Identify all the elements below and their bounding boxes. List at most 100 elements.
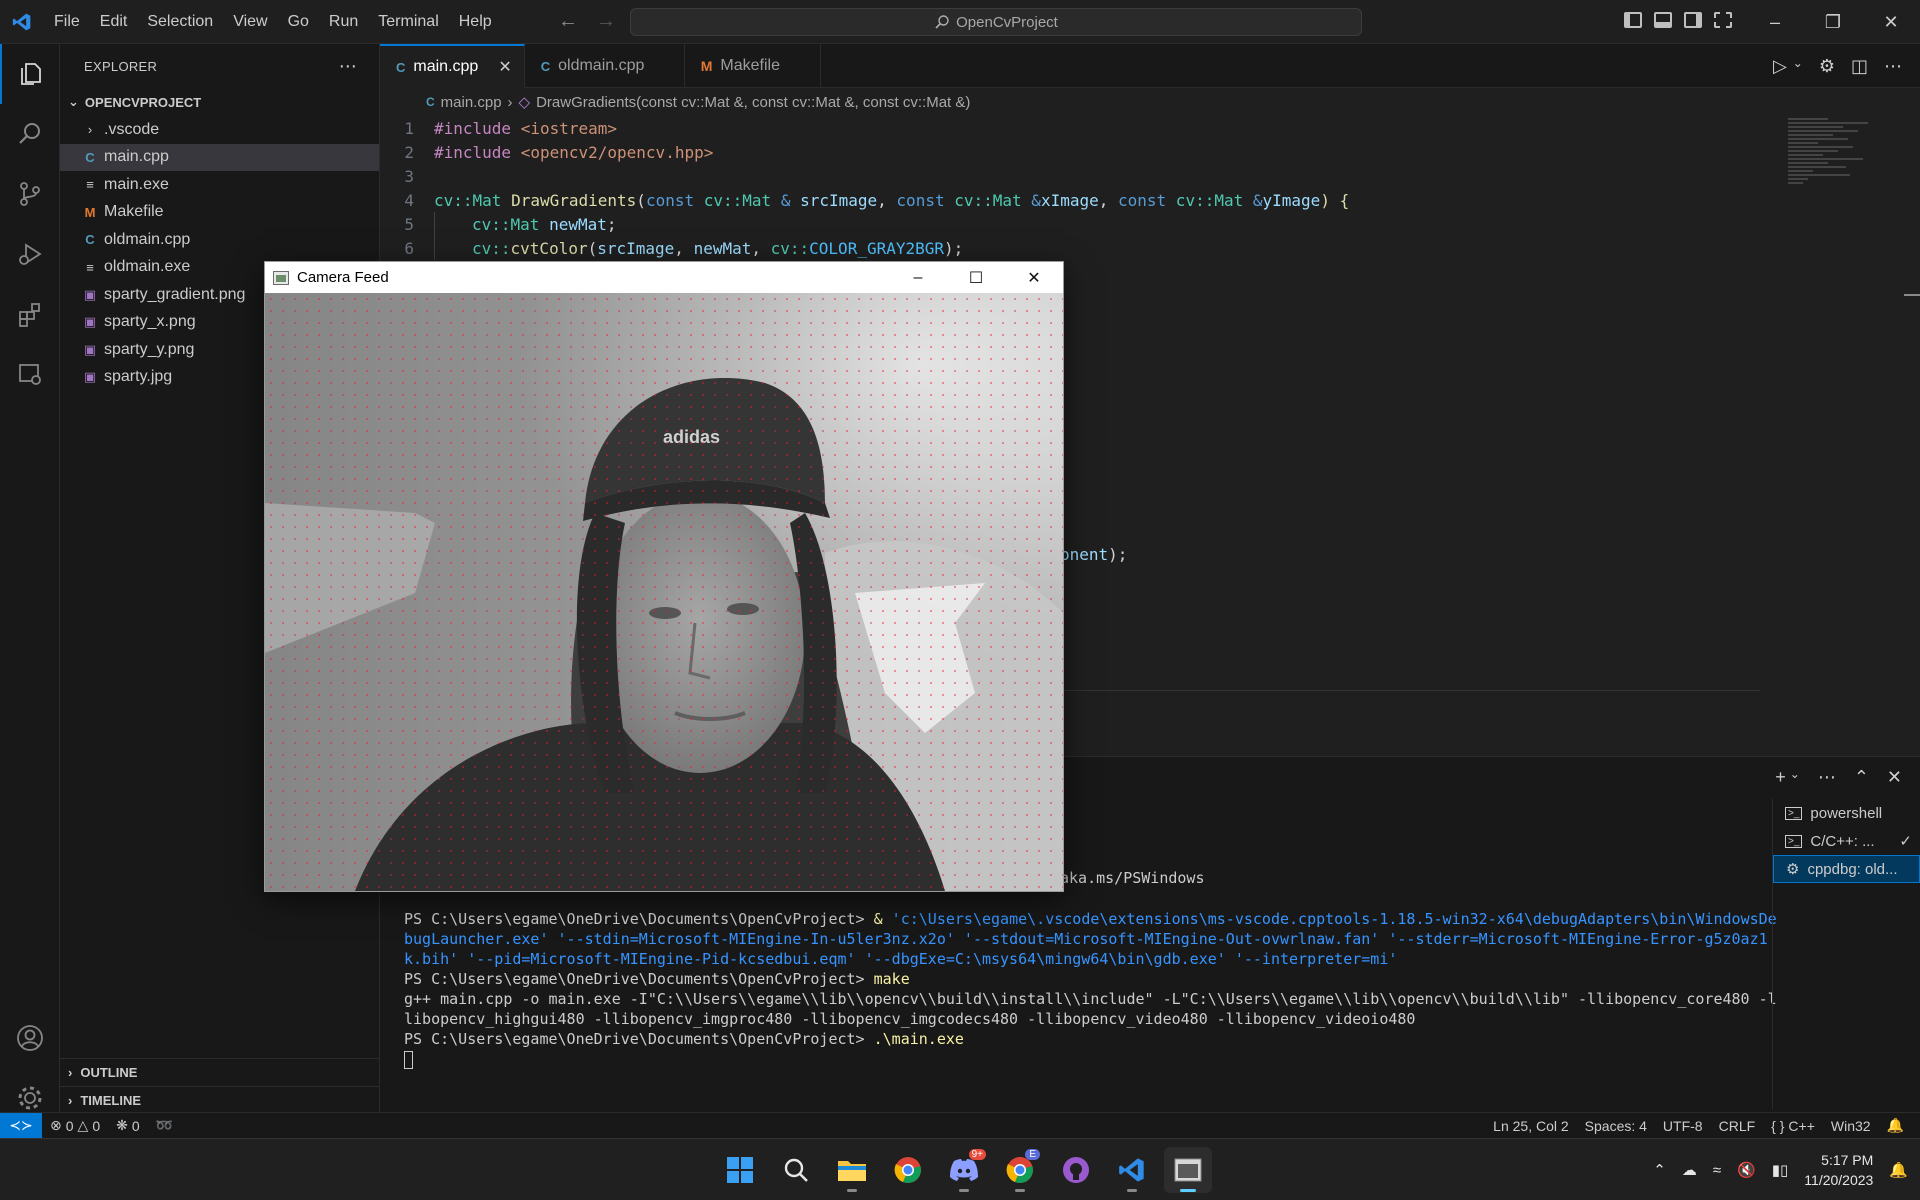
- back-arrow-icon[interactable]: ←: [558, 10, 578, 33]
- camera-feed-image: adidas: [265, 293, 1063, 891]
- scrollbar-thumb[interactable]: [1904, 294, 1920, 296]
- menu-run[interactable]: Run: [319, 13, 368, 31]
- account-icon[interactable]: [0, 1008, 60, 1068]
- tree-item-label: main.cpp: [104, 148, 169, 166]
- customize-layout-icon[interactable]: [1714, 12, 1732, 28]
- vscode-taskbar-icon[interactable]: [1108, 1147, 1156, 1193]
- breadcrumb-file[interactable]: main.cpp: [441, 94, 502, 111]
- clock[interactable]: 5:17 PM 11/20/2023: [1804, 1150, 1873, 1190]
- notifications-bell-icon[interactable]: 🔔: [1879, 1117, 1912, 1134]
- search-icon[interactable]: [772, 1147, 820, 1193]
- close-icon[interactable]: ✕: [498, 57, 511, 77]
- forward-arrow-icon[interactable]: →: [596, 10, 616, 33]
- volume-muted-icon[interactable]: 🔇: [1737, 1161, 1756, 1179]
- breadcrumb-symbol[interactable]: DrawGradients(const cv::Mat &, const cv:…: [536, 94, 970, 111]
- chevron-down-icon[interactable]: ⌄: [1790, 767, 1800, 788]
- code-line: 1 #include <iostream>: [380, 116, 1780, 140]
- chevron-down-icon[interactable]: ⌄: [1793, 56, 1803, 77]
- camera-app-taskbar-icon[interactable]: [1164, 1147, 1212, 1193]
- problems-indicator[interactable]: ⊗ 0 △ 0: [42, 1117, 108, 1134]
- file-explorer-icon[interactable]: [828, 1147, 876, 1193]
- cursor-position[interactable]: Ln 25, Col 2: [1485, 1117, 1577, 1134]
- code-token: const: [896, 190, 945, 210]
- extensions-icon[interactable]: [0, 284, 60, 344]
- timeline-section[interactable]: › TIMELINE: [60, 1086, 380, 1114]
- explorer-title: EXPLORER: [84, 58, 158, 74]
- chrome-profile-icon[interactable]: E: [996, 1147, 1044, 1193]
- split-editor-icon[interactable]: ◫: [1851, 56, 1868, 77]
- wifi-icon[interactable]: ≈: [1713, 1162, 1721, 1179]
- tree-item-makefile[interactable]: M Makefile: [60, 199, 379, 227]
- menu-go[interactable]: Go: [278, 13, 319, 31]
- run-icon[interactable]: ▷: [1773, 56, 1787, 77]
- indentation[interactable]: Spaces: 4: [1577, 1117, 1655, 1134]
- menu-terminal[interactable]: Terminal: [368, 13, 448, 31]
- source-control-icon[interactable]: [0, 164, 60, 224]
- minimize-icon[interactable]: –: [1746, 0, 1804, 44]
- terminal-instance-cppdbg[interactable]: ⚙ cppdbg: old...: [1773, 855, 1920, 883]
- new-terminal-icon[interactable]: +: [1775, 767, 1786, 788]
- close-icon[interactable]: ✕: [1005, 262, 1063, 293]
- explorer-icon[interactable]: [0, 44, 60, 104]
- toggle-panel-icon[interactable]: [1654, 12, 1672, 28]
- menu-view[interactable]: View: [223, 13, 277, 31]
- battery-icon[interactable]: ▮▯: [1772, 1161, 1789, 1179]
- platform[interactable]: Win32: [1823, 1117, 1879, 1134]
- maximize-panel-icon[interactable]: ⌃: [1854, 767, 1869, 788]
- discord-icon[interactable]: 9+: [940, 1147, 988, 1193]
- menu-file[interactable]: File: [44, 13, 90, 31]
- menu-edit[interactable]: Edit: [90, 13, 138, 31]
- tab-main-cpp[interactable]: C main.cpp ✕: [380, 44, 525, 88]
- braces-icon: { }: [1771, 1117, 1785, 1134]
- tab-oldmain-cpp[interactable]: C oldmain.cpp: [525, 44, 685, 88]
- text-file-icon: ≡: [86, 259, 94, 275]
- remote-explorer-icon[interactable]: [0, 344, 60, 404]
- onedrive-icon[interactable]: ☁: [1682, 1161, 1697, 1179]
- more-actions-icon[interactable]: ⋯: [1818, 767, 1836, 788]
- terminal-instance-build[interactable]: >_ C/C++: ... ✓: [1773, 827, 1920, 855]
- camera-feed-window[interactable]: Camera Feed – ☐ ✕: [264, 261, 1064, 892]
- github-desktop-icon[interactable]: [1052, 1147, 1100, 1193]
- menu-selection[interactable]: Selection: [137, 13, 223, 31]
- tree-item-label: Makefile: [104, 203, 164, 221]
- notifications-bell-icon[interactable]: 🔔: [1889, 1161, 1908, 1179]
- search-icon[interactable]: [0, 104, 60, 164]
- encoding[interactable]: UTF-8: [1655, 1117, 1711, 1134]
- chevron-up-icon[interactable]: ⌃: [1653, 1161, 1666, 1179]
- tree-item-main-cpp[interactable]: C main.cpp: [60, 143, 379, 171]
- warning-count: 0: [92, 1117, 101, 1134]
- toggle-sidebar-icon[interactable]: [1624, 12, 1642, 28]
- windows-start-icon[interactable]: [716, 1147, 764, 1193]
- camera-window-titlebar[interactable]: Camera Feed – ☐ ✕: [265, 262, 1063, 293]
- tree-item-main-exe[interactable]: ≡ main.exe: [60, 171, 379, 199]
- minimize-icon[interactable]: –: [889, 262, 947, 293]
- more-actions-icon[interactable]: ⋯: [339, 56, 357, 77]
- run-debug-icon[interactable]: [0, 224, 60, 284]
- settings-gear-icon[interactable]: ⚙: [1819, 56, 1835, 77]
- terminal-output[interactable]: PS C:\Users\egame\OneDrive\Documents\Ope…: [404, 909, 1784, 1069]
- search-icon: [935, 15, 949, 29]
- tab-makefile[interactable]: M Makefile: [685, 44, 821, 88]
- close-icon[interactable]: ✕: [1862, 0, 1920, 44]
- outline-section[interactable]: › OUTLINE: [60, 1058, 380, 1086]
- line-ending[interactable]: CRLF: [1711, 1117, 1764, 1134]
- tree-item-vscode[interactable]: › .vscode: [60, 116, 379, 144]
- ports-count: 0: [131, 1117, 140, 1134]
- ports-indicator[interactable]: ❋ 0: [108, 1117, 148, 1134]
- command-center-search[interactable]: OpenCvProject: [630, 8, 1362, 36]
- terminal-instance-powershell[interactable]: >_ powershell: [1773, 799, 1920, 827]
- error-icon: ⊗: [50, 1117, 62, 1133]
- project-folder[interactable]: ⌄ OPENCVPROJECT: [60, 88, 379, 116]
- minimap[interactable]: [1788, 116, 1888, 236]
- chrome-icon[interactable]: [884, 1147, 932, 1193]
- debug-launch-icon[interactable]: ➿: [148, 1117, 181, 1134]
- tree-item-oldmain-cpp[interactable]: C oldmain.cpp: [60, 226, 379, 254]
- more-actions-icon[interactable]: ⋯: [1884, 56, 1902, 77]
- toggle-secondary-sidebar-icon[interactable]: [1684, 12, 1702, 28]
- remote-indicator-icon[interactable]: ≺≻: [0, 1112, 42, 1139]
- restore-icon[interactable]: ❐: [1804, 0, 1862, 44]
- close-panel-icon[interactable]: ✕: [1887, 767, 1902, 788]
- language-mode[interactable]: { } C++: [1763, 1117, 1823, 1134]
- menu-help[interactable]: Help: [449, 13, 502, 31]
- maximize-icon[interactable]: ☐: [947, 262, 1005, 293]
